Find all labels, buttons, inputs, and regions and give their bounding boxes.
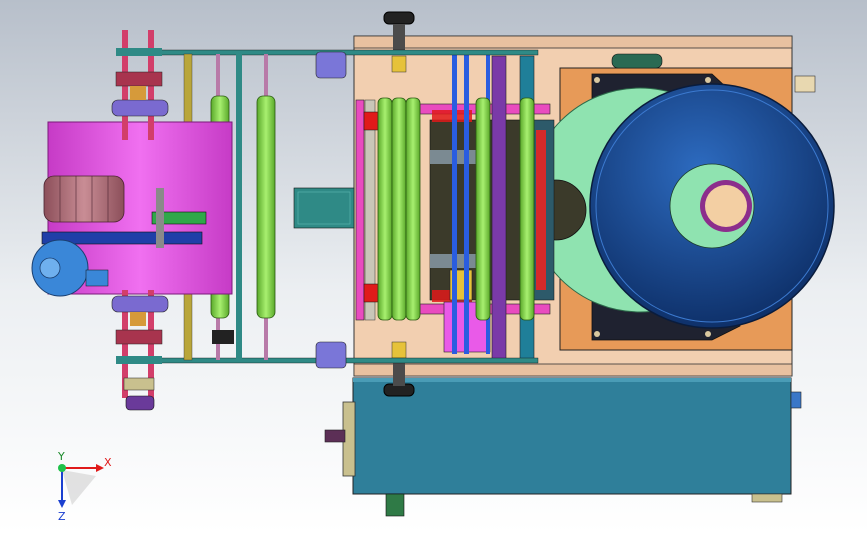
cad-viewport[interactable]: X Y Z: [0, 0, 867, 533]
tank: [324, 377, 802, 517]
z-axis-label: Z: [58, 510, 66, 523]
machine-top-view: X Y Z: [31, 11, 835, 523]
y-axis-label: Y: [57, 450, 65, 463]
coordinate-triad: X Y Z: [57, 450, 112, 523]
drive-motor: [31, 121, 233, 297]
hopper-bowl: [589, 83, 835, 329]
x-axis-label: X: [104, 456, 112, 469]
y-axis-marker: [58, 464, 66, 472]
